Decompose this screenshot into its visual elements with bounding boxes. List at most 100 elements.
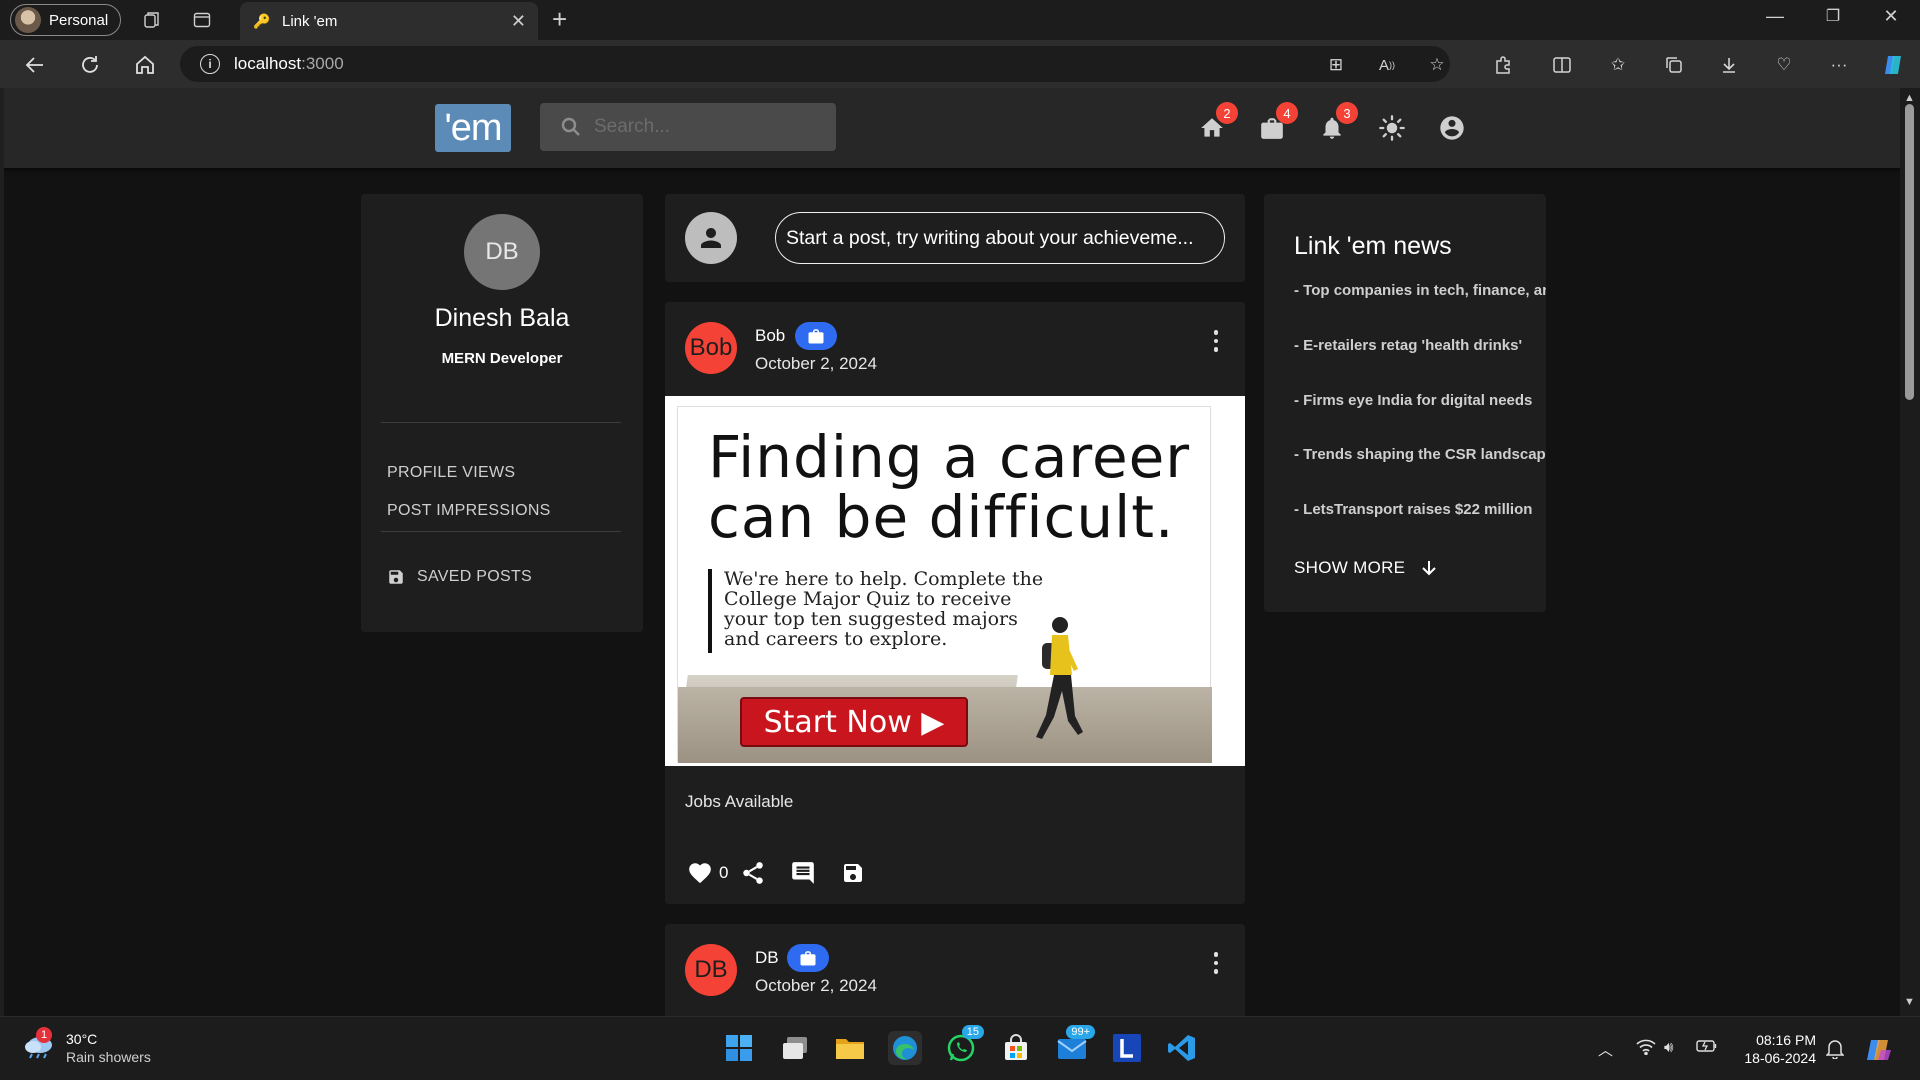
copilot-icon[interactable] (1881, 52, 1907, 78)
start-post-button[interactable]: Start a post, try writing about your ach… (775, 212, 1225, 264)
clock[interactable]: 08:16 PM 18-06-2024 (1736, 1031, 1816, 1067)
notification-bell-icon[interactable] (1825, 1039, 1845, 1063)
saved-posts-label: SAVED POSTS (417, 568, 533, 585)
launcher-l-icon[interactable] (1110, 1031, 1144, 1065)
minimize-button[interactable]: — (1760, 6, 1790, 27)
news-item[interactable]: - E-retailers retag 'health drinks' (1294, 337, 1522, 354)
post-author-name[interactable]: Bob (755, 326, 785, 346)
news-item[interactable]: - LetsTransport raises $22 million (1294, 501, 1532, 518)
browser-tab[interactable]: 🔑 Link 'em ✕ (240, 2, 538, 40)
profile-card: DB Dinesh Bala MERN Developer PROFILE VI… (361, 194, 643, 632)
edge-taskbar-icon[interactable] (888, 1031, 922, 1065)
taskbar: 1 30°C Rain showers 15 99+ ︿ 🔊︎ 08:16 PM… (0, 1016, 1920, 1080)
mail-badge: 99+ (1066, 1025, 1095, 1039)
whatsapp-icon[interactable]: 15 (944, 1025, 984, 1065)
ad-start-now-button: Start Now ▶ (740, 697, 968, 747)
new-tab-button[interactable]: + (552, 6, 567, 32)
app-available-icon[interactable]: ⊞ (1323, 52, 1349, 78)
wifi-icon[interactable] (1636, 1039, 1656, 1059)
page-scrollbar[interactable]: ▲ ▼ (1900, 88, 1920, 1016)
show-more-button[interactable]: SHOW MORE (1294, 558, 1439, 578)
share-icon (743, 862, 764, 884)
post-image[interactable]: Finding a career can be difficult. We're… (665, 396, 1245, 766)
theme-toggle-button[interactable] (1376, 112, 1408, 144)
clock-time: 08:16 PM (1756, 1032, 1816, 1048)
browser-essentials-icon[interactable]: ♡ (1771, 52, 1797, 78)
task-view-icon[interactable] (778, 1031, 812, 1065)
weather-widget[interactable]: 1 30°C Rain showers (22, 1027, 151, 1065)
browser-titlebar: Personal 🔑 Link 'em ✕ + — ❐ ✕ (0, 0, 1920, 40)
tray-overflow-icon[interactable]: ︿ (1598, 1039, 1613, 1060)
mail-icon[interactable]: 99+ (1055, 1025, 1095, 1065)
post-menu-icon[interactable] (1213, 330, 1219, 352)
profile-label: Personal (49, 11, 109, 29)
extensions-icon[interactable] (1490, 52, 1516, 78)
read-aloud-icon[interactable]: A)) (1374, 52, 1400, 78)
post-author-avatar[interactable]: DB (685, 944, 737, 996)
post-menu-icon[interactable] (1213, 952, 1219, 974)
post-card: Bob Bob October 2, 2024 Finding a career… (665, 302, 1245, 904)
favorites-icon[interactable]: ✩ (1605, 52, 1631, 78)
walking-student-illustration (1036, 617, 1083, 739)
job-post-chip (787, 944, 829, 972)
weather-description: Rain showers (66, 1049, 151, 1065)
post-impressions-link[interactable]: POST IMPRESSIONS (387, 502, 551, 520)
address-field[interactable]: i localhost:3000 (180, 46, 1450, 82)
post-author-avatar[interactable]: Bob (685, 322, 737, 374)
file-explorer-icon[interactable] (833, 1031, 867, 1065)
home-nav-button[interactable]: 2 (1196, 102, 1238, 144)
more-menu-icon[interactable]: ··· (1826, 52, 1852, 78)
refresh-icon[interactable] (77, 52, 103, 78)
notifications-nav-button[interactable]: 3 (1316, 102, 1358, 144)
restore-button[interactable]: ❐ (1818, 6, 1848, 26)
start-icon[interactable] (722, 1031, 756, 1065)
search-box[interactable] (540, 103, 836, 151)
account-button[interactable] (1436, 112, 1468, 144)
saved-posts-link[interactable]: SAVED POSTS (387, 568, 532, 586)
split-screen-icon[interactable] (1549, 52, 1575, 78)
news-item[interactable]: - Firms eye India for digital needs (1294, 392, 1532, 409)
back-icon[interactable] (22, 52, 48, 78)
like-count: 0 (719, 863, 729, 882)
news-item[interactable]: - Trends shaping the CSR landscape (1294, 446, 1546, 463)
collections-icon[interactable] (1661, 52, 1687, 78)
site-info-icon[interactable]: i (200, 54, 220, 74)
workspaces-icon[interactable] (140, 8, 164, 32)
scroll-down-icon[interactable]: ▼ (1904, 996, 1915, 1008)
comment-button[interactable] (788, 858, 818, 888)
profile-button[interactable]: Personal (10, 4, 122, 36)
home-browser-icon[interactable] (132, 52, 158, 78)
url-host: localhost (234, 54, 302, 73)
ad-rule (708, 569, 712, 653)
like-button[interactable] (685, 858, 715, 888)
microsoft-store-icon[interactable] (999, 1031, 1033, 1065)
profile-views-link[interactable]: PROFILE VIEWS (387, 464, 515, 482)
app-logo[interactable]: 'em (435, 104, 511, 152)
close-window-button[interactable]: ✕ (1876, 6, 1906, 27)
composer-avatar (685, 212, 737, 264)
favorite-star-icon[interactable]: ☆ (1424, 52, 1450, 78)
profile-title: MERN Developer (441, 350, 563, 367)
battery-icon[interactable] (1696, 1039, 1718, 1057)
copilot-taskbar-icon[interactable] (1862, 1033, 1896, 1067)
tab-close-icon[interactable]: ✕ (511, 11, 526, 32)
news-item[interactable]: - Top companies in tech, finance, an (1294, 282, 1546, 299)
profile-avatar-large[interactable]: DB (464, 214, 540, 290)
url-port: :3000 (301, 54, 344, 73)
scroll-up-icon[interactable]: ▲ (1904, 92, 1915, 104)
jobs-nav-button[interactable]: 4 (1256, 102, 1298, 144)
search-input[interactable] (594, 116, 824, 138)
profile-avatar (15, 7, 41, 33)
tab-actions-icon[interactable] (190, 8, 214, 32)
page-viewport: 'em 2 4 3 DB Dinesh Bala MERN Developer … (4, 88, 1900, 1016)
downloads-icon[interactable] (1716, 52, 1742, 78)
volume-icon[interactable]: 🔊︎ (1664, 1039, 1673, 1056)
share-button[interactable] (738, 858, 768, 888)
job-post-chip (795, 322, 837, 350)
post-author-name[interactable]: DB (755, 948, 779, 968)
whatsapp-badge: 15 (961, 1025, 984, 1039)
scrollbar-thumb[interactable] (1905, 104, 1914, 400)
vscode-icon[interactable] (1165, 1031, 1199, 1065)
save-post-button[interactable] (838, 858, 868, 888)
post-date: October 2, 2024 (755, 976, 877, 995)
